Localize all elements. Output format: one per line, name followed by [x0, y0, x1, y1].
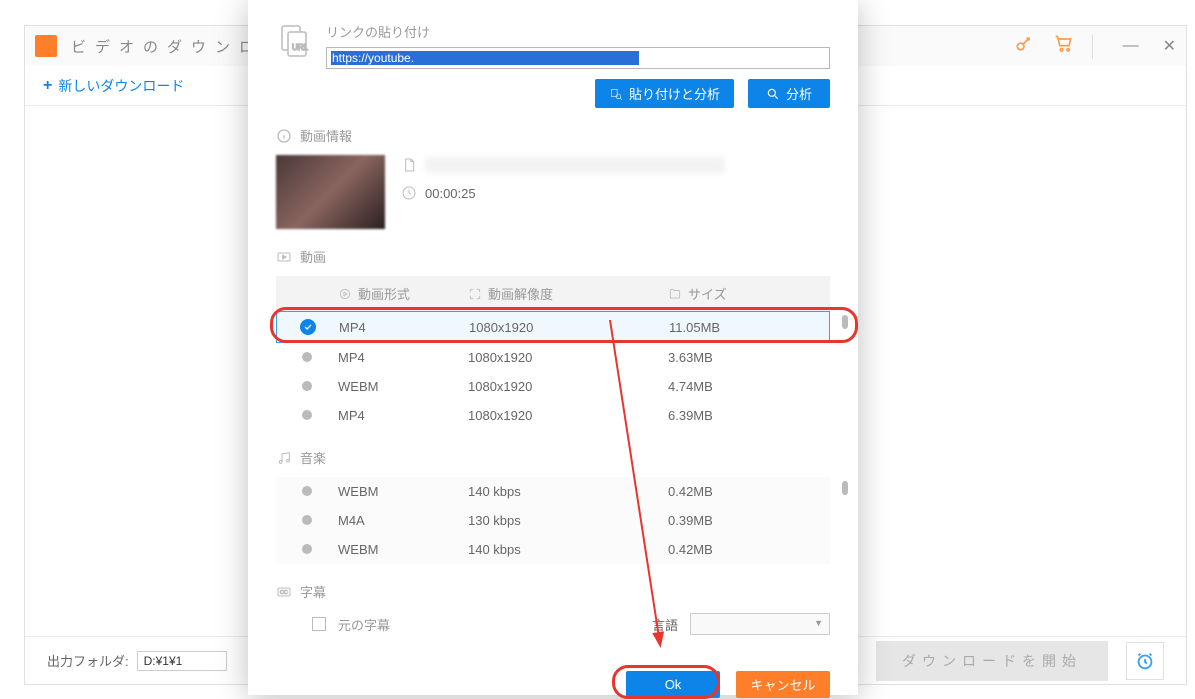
audio-format-row[interactable]: WEBM140 kbps0.42MB	[276, 477, 830, 506]
video-format-row[interactable]: MP41080x19203.63MB	[276, 343, 830, 372]
video-format-row[interactable]: MP41080x192011.05MB	[276, 311, 830, 343]
output-folder-input[interactable]	[137, 651, 227, 671]
language-select[interactable]	[690, 613, 830, 635]
url-input[interactable]: https://youtube.	[326, 47, 830, 69]
audio-format-row[interactable]: M4A130 kbps0.39MB	[276, 506, 830, 535]
cart-icon[interactable]	[1054, 34, 1074, 59]
svg-text:URL: URL	[292, 43, 309, 52]
original-subtitle-label: 元の字幕	[338, 615, 390, 634]
key-icon[interactable]	[1014, 34, 1034, 59]
video-info-section: 動画情報	[276, 126, 830, 145]
svg-text:CC: CC	[280, 590, 288, 596]
analyze-button[interactable]: 分析	[748, 79, 830, 108]
video-format-row[interactable]: MP41080x19206.39MB	[276, 401, 830, 430]
audio-section: 音楽	[276, 448, 830, 467]
video-formats-section: 動画	[276, 247, 830, 266]
ok-button[interactable]: Ok	[626, 671, 720, 698]
url-paste-icon: URL	[276, 22, 312, 58]
start-download-button[interactable]: ダウンロードを開始	[876, 641, 1108, 681]
original-subtitle-checkbox[interactable]	[312, 617, 326, 631]
paste-and-analyze-button[interactable]: 貼り付けと分析	[595, 79, 734, 108]
plus-icon: +	[43, 77, 52, 95]
audio-format-row[interactable]: WEBM140 kbps0.42MB	[276, 535, 830, 564]
video-thumbnail	[276, 155, 385, 229]
scrollbar-thumb[interactable]	[842, 481, 848, 495]
minimize-button[interactable]: —	[1123, 37, 1139, 55]
subtitle-section: CC 字幕	[276, 582, 830, 601]
download-modal: URL リンクの貼り付け https://youtube. 貼り付けと分析 分析…	[248, 0, 858, 695]
schedule-button[interactable]	[1126, 642, 1164, 680]
new-download-button[interactable]: + 新しいダウンロード	[43, 76, 184, 96]
format-table-header: 動画形式 動画解像度 サイズ	[276, 276, 830, 311]
app-icon	[35, 35, 57, 57]
close-button[interactable]: ✕	[1163, 36, 1176, 56]
video-format-row[interactable]: WEBM1080x19204.74MB	[276, 372, 830, 401]
language-label: 言語	[652, 615, 678, 634]
scrollbar-thumb[interactable]	[842, 315, 848, 329]
output-folder-label: 出力フォルダ:	[47, 651, 129, 670]
new-download-label: 新しいダウンロード	[58, 76, 184, 96]
paste-link-label: リンクの貼り付け	[326, 22, 830, 41]
video-title-redacted	[425, 157, 725, 173]
video-duration: 00:00:25	[425, 186, 476, 201]
cancel-button[interactable]: キャンセル	[736, 671, 830, 698]
